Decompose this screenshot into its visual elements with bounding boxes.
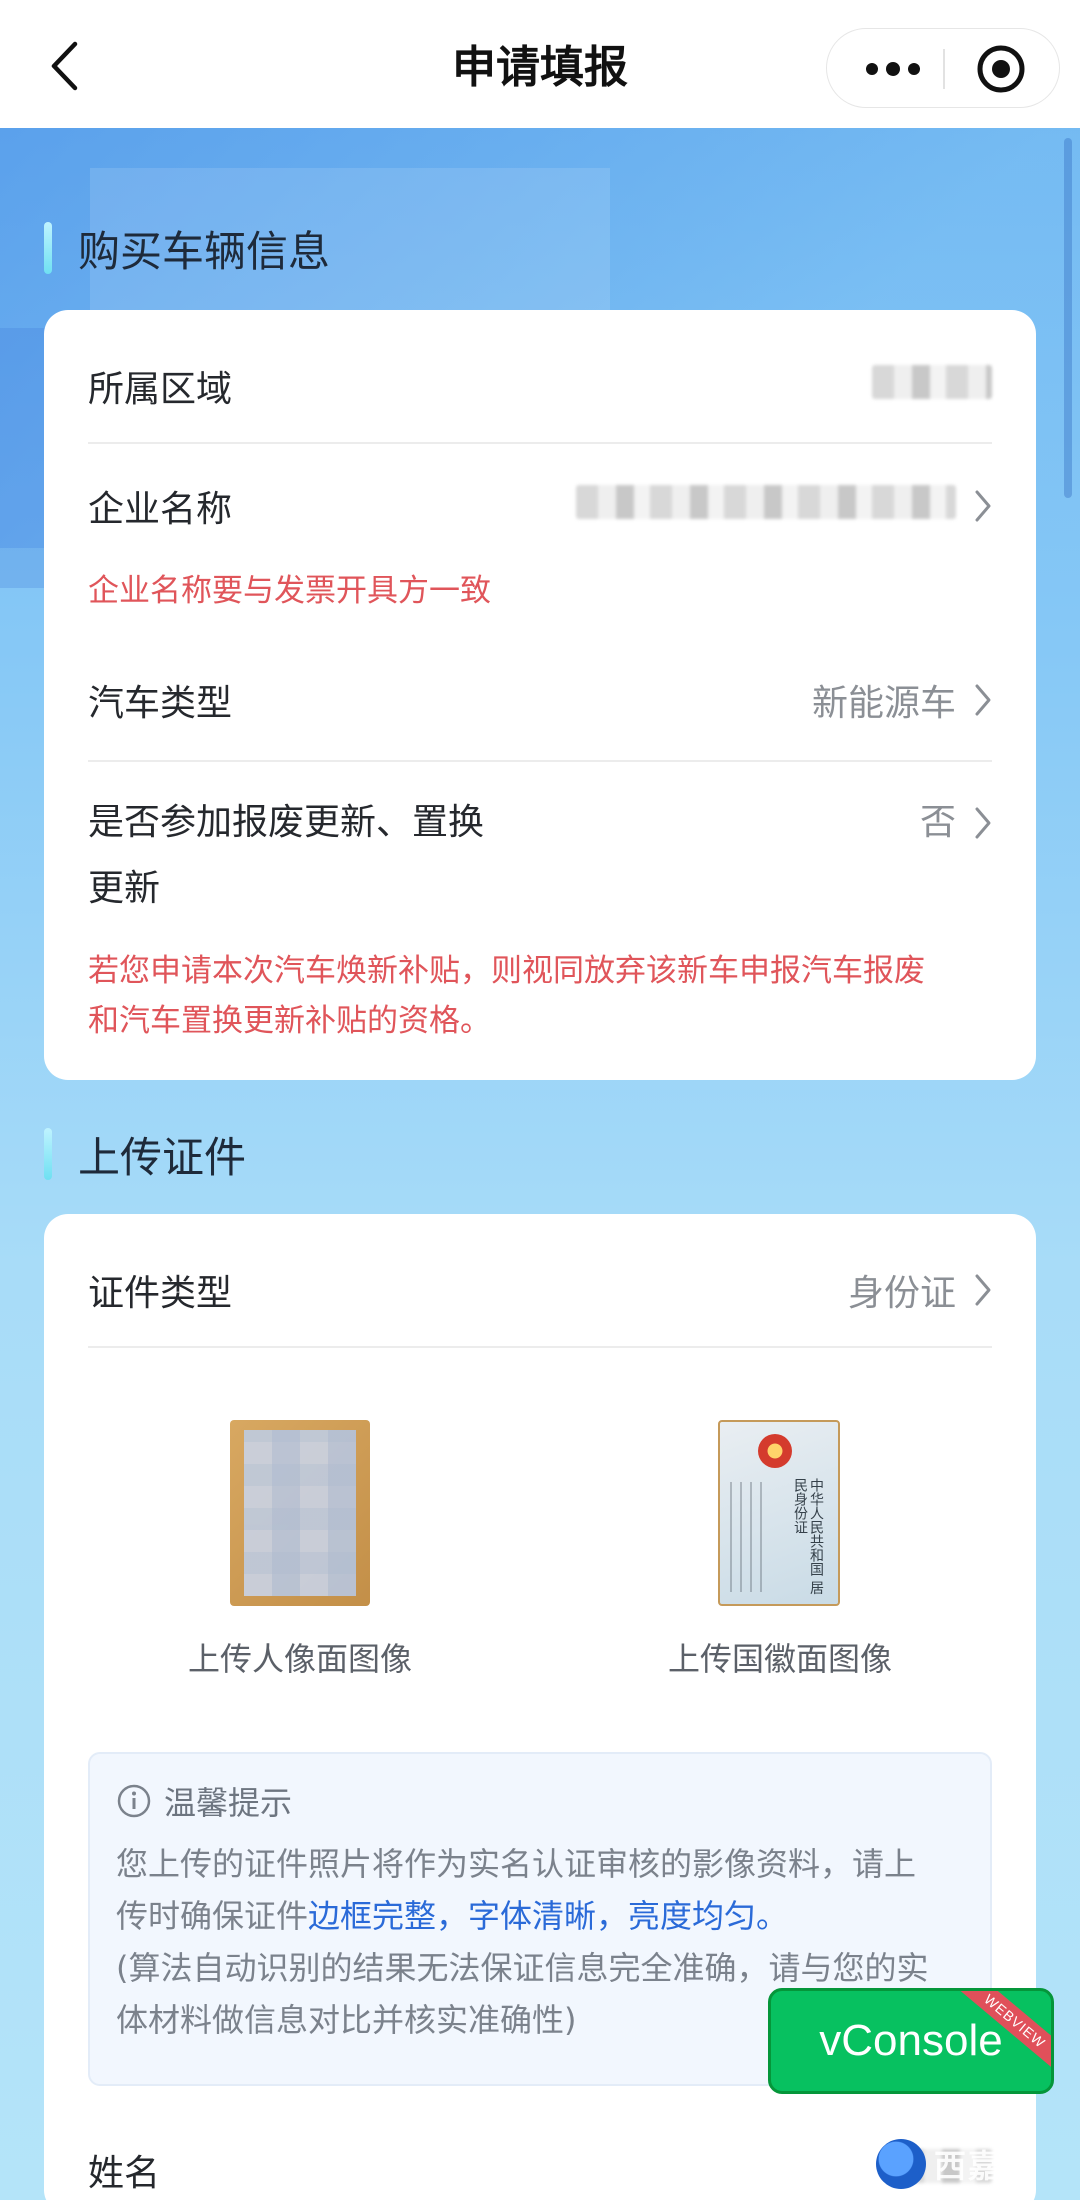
company-name-row[interactable]: 企业名称 xyxy=(88,478,992,534)
tips-title: 温馨提示 xyxy=(164,1784,293,1822)
vconsole-label: vConsole xyxy=(819,2016,1003,2065)
id-card-title: 中华人民共和国 居民身份证 xyxy=(792,1478,824,1595)
top-nav-bar: 申请填报 xyxy=(0,0,1080,128)
tips-line: 传时确保证件边框完整，字体清晰，亮度均匀。 xyxy=(116,1890,972,1942)
scrap-replacement-row[interactable]: 是否参加报废更新、置换 更新 否 xyxy=(88,790,992,920)
chevron-right-icon xyxy=(974,489,992,523)
chevron-right-icon xyxy=(974,683,992,717)
scrap-replacement-label-line1: 是否参加报废更新、置换 xyxy=(88,802,485,843)
name-row[interactable]: 姓名 xyxy=(88,2142,992,2198)
divider xyxy=(88,760,992,762)
tips-highlight: 边框完整，字体清晰，亮度均匀。 xyxy=(308,1897,789,1935)
cert-type-row[interactable]: 证件类型 身份证 xyxy=(88,1262,992,1318)
divider xyxy=(88,442,992,444)
scrap-replacement-value: 否 xyxy=(919,802,956,843)
section-title-text: 购买车辆信息 xyxy=(78,226,331,276)
hint-line: 若您申请本次汽车焕新补贴，则视同放弃该新车申报汽车报废 xyxy=(88,953,925,989)
section-accent-bar xyxy=(44,1128,52,1180)
scrap-replacement-label-line2: 更新 xyxy=(88,868,161,909)
upload-back-label: 上传国徽面图像 xyxy=(667,1640,892,1678)
company-name-label: 企业名称 xyxy=(88,489,233,530)
region-label: 所属区域 xyxy=(88,369,233,410)
section-title-text: 上传证件 xyxy=(78,1132,247,1182)
mini-program-capsule xyxy=(826,28,1060,108)
capsule-divider xyxy=(943,49,945,89)
watermark: 西嘉 xyxy=(876,2132,1076,2196)
vehicle-info-card: 所属区域 企业名称 企业名称要与发票开具方一致 汽车类型 新能源车 是否参加报废… xyxy=(44,310,1036,1080)
blurred-portrait-image xyxy=(244,1430,356,1596)
car-type-value: 新能源车 xyxy=(811,683,956,724)
scrap-replacement-label: 是否参加报废更新、置换 更新 xyxy=(88,790,484,922)
cert-type-value: 身份证 xyxy=(847,1273,956,1314)
hint-line: 和汽车置换更新补贴的资格。 xyxy=(88,1003,491,1039)
divider xyxy=(88,1346,992,1348)
blurred-value xyxy=(576,484,956,519)
national-emblem-icon xyxy=(758,1434,792,1468)
close-mini-program-button[interactable] xyxy=(951,29,1051,109)
scrap-replacement-hint: 若您申请本次汽车焕新补贴，则视同放弃该新车申报汽车报废 和汽车置换更新补贴的资格… xyxy=(88,946,1008,1046)
watermark-text: 西嘉 xyxy=(934,2147,1003,2185)
tips-line: (算法自动识别的结果无法保证信息完全准确，请与您的实 xyxy=(116,1949,929,1987)
name-label: 姓名 xyxy=(88,2153,161,2194)
blurred-value xyxy=(872,364,992,399)
company-name-hint: 企业名称要与发票开具方一致 xyxy=(88,573,491,609)
more-dots-icon xyxy=(866,62,920,76)
region-row[interactable]: 所属区域 xyxy=(88,358,992,414)
tips-header: 温馨提示 xyxy=(116,1778,292,1824)
section-title-vehicle: 购买车辆信息 xyxy=(44,220,330,276)
tips-text: 传时确保证件 xyxy=(116,1897,309,1935)
tips-line: 您上传的证件照片将作为实名认证审核的影像资料，请上 xyxy=(116,1845,917,1883)
watermark-logo-icon xyxy=(876,2139,926,2189)
car-type-row[interactable]: 汽车类型 新能源车 xyxy=(88,672,992,728)
company-name-value xyxy=(576,484,956,528)
vconsole-button[interactable]: vConsole WEBVIEW xyxy=(768,1988,1054,2094)
scrollbar[interactable] xyxy=(1064,138,1072,498)
target-close-icon xyxy=(977,45,1025,93)
more-button[interactable] xyxy=(845,29,941,109)
cert-type-label: 证件类型 xyxy=(88,1273,233,1314)
chevron-right-icon xyxy=(974,1273,992,1307)
id-card-text-lines xyxy=(730,1482,770,1592)
id-back-upload[interactable]: 中华人民共和国 居民身份证 xyxy=(718,1420,840,1606)
id-front-upload[interactable] xyxy=(230,1420,370,1606)
chevron-right-icon xyxy=(974,790,992,856)
upload-front-label: 上传人像面图像 xyxy=(187,1640,412,1678)
section-accent-bar xyxy=(44,222,52,274)
section-title-upload: 上传证件 xyxy=(44,1126,246,1182)
region-value xyxy=(872,364,992,408)
info-icon xyxy=(117,1784,151,1818)
car-type-label: 汽车类型 xyxy=(88,683,233,724)
